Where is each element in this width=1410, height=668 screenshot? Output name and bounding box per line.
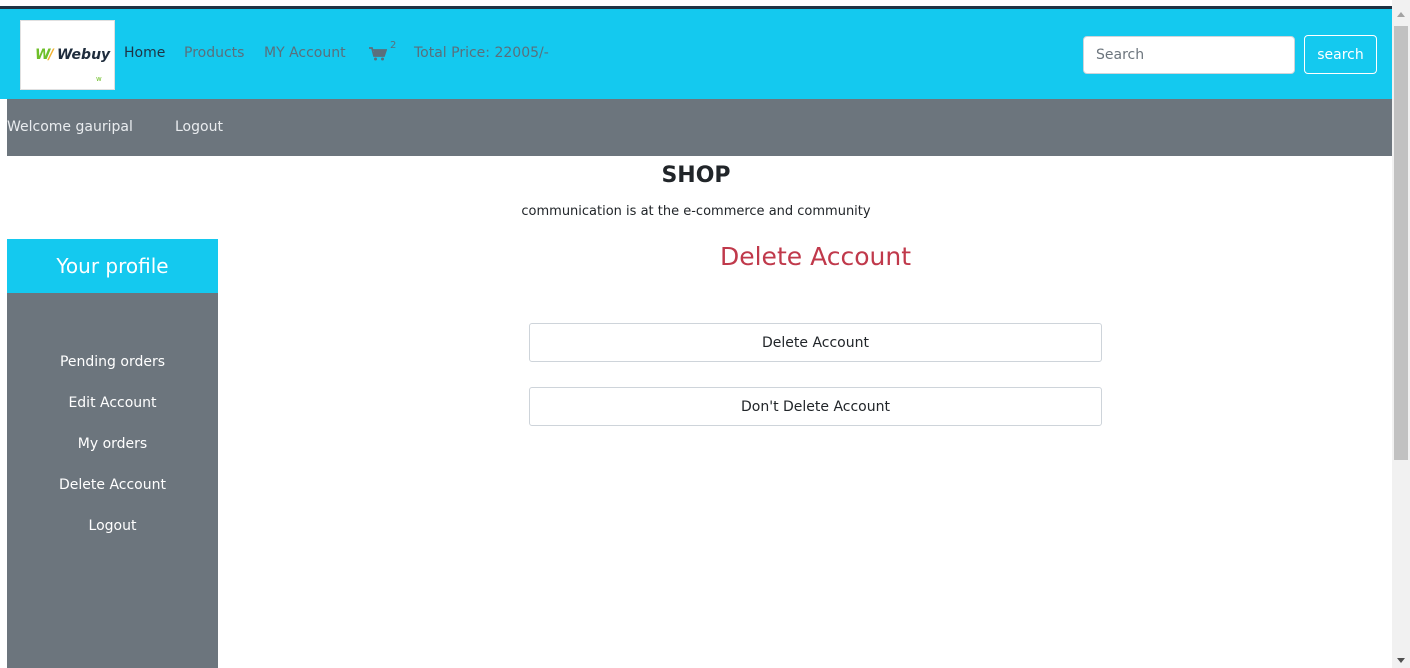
scroll-down-arrow-icon[interactable] <box>1397 658 1405 663</box>
brand-logo[interactable]: W/ Webuy w <box>20 20 115 90</box>
sidebar-item-edit-account[interactable]: Edit Account <box>7 395 218 411</box>
scroll-up-arrow-icon[interactable] <box>1397 12 1405 17</box>
shop-subtitle: communication is at the e-commerce and c… <box>521 204 871 219</box>
welcome-text: Welcome gauripal <box>7 119 133 135</box>
sidebar-item-logout[interactable]: Logout <box>7 518 218 534</box>
vertical-scrollbar[interactable] <box>1392 0 1410 668</box>
profile-sidebar: Your profile Pending orders Edit Account… <box>7 239 218 668</box>
sidebar-item-delete-account[interactable]: Delete Account <box>7 477 218 493</box>
sidebar-item-my-orders[interactable]: My orders <box>7 436 218 452</box>
shop-title: SHOP <box>661 163 731 188</box>
logo-small-mark-icon: w <box>96 75 102 83</box>
nav-home-link[interactable]: Home <box>124 45 165 61</box>
sidebar-item-pending-orders[interactable]: Pending orders <box>7 354 218 370</box>
sidebar-header: Your profile <box>7 239 218 293</box>
top-border <box>0 0 1392 9</box>
cart-count-badge: 2 <box>390 40 397 51</box>
user-bar: Welcome gauripal Logout <box>7 99 1392 156</box>
search-input[interactable] <box>1083 36 1295 74</box>
cart-icon[interactable] <box>369 47 387 61</box>
dont-delete-account-button[interactable]: Don't Delete Account <box>529 387 1102 426</box>
delete-account-button[interactable]: Delete Account <box>529 323 1102 362</box>
scrollbar-thumb[interactable] <box>1394 26 1408 460</box>
nav-products-link[interactable]: Products <box>184 45 244 61</box>
navbar: W/ Webuy w Home Products MY Account 2 To… <box>0 9 1392 99</box>
logo-text: Webuy <box>57 47 111 63</box>
search-button[interactable]: search <box>1304 35 1377 74</box>
page-heading: Delete Account <box>719 242 912 271</box>
logo-mark-icon: W/ <box>35 47 54 63</box>
nav-my-account-link[interactable]: MY Account <box>264 45 346 61</box>
logout-link[interactable]: Logout <box>175 119 223 135</box>
total-price: Total Price: 22005/- <box>414 45 549 61</box>
